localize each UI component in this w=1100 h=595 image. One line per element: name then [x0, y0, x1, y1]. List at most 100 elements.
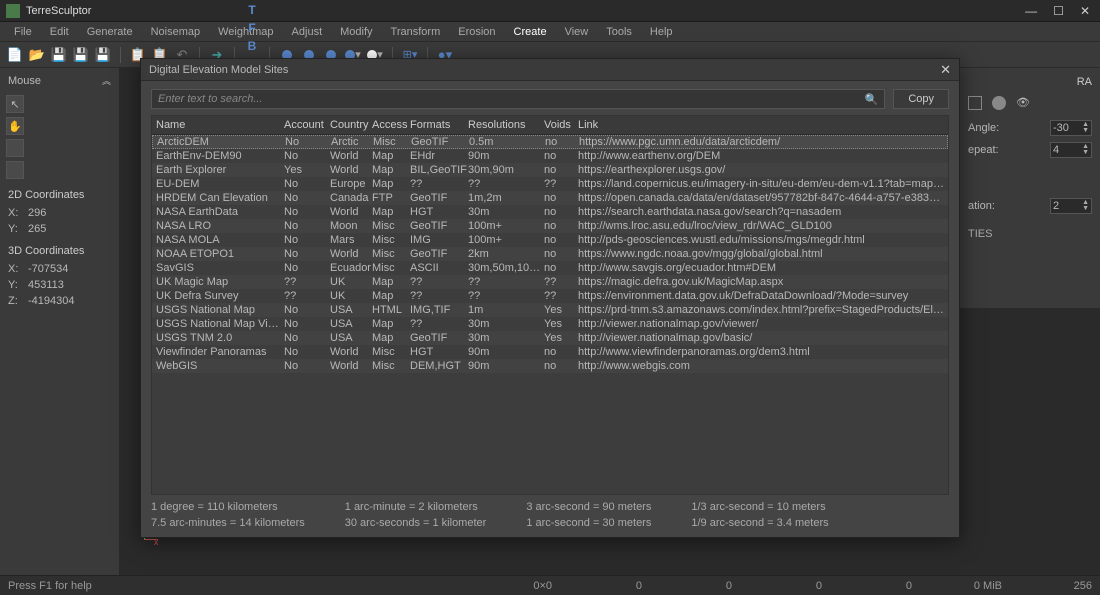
table-cell: https://magic.defra.gov.uk/MagicMap.aspx	[578, 276, 944, 288]
tool-3[interactable]	[6, 139, 24, 157]
table-cell: No	[284, 346, 330, 358]
close-button[interactable]: ✕	[1076, 4, 1094, 18]
repeat-spinner[interactable]: 4▲▼	[1050, 142, 1092, 158]
table-row[interactable]: UK Defra Survey??UKMap??????https://envi…	[152, 289, 948, 303]
menu-help[interactable]: Help	[642, 24, 681, 40]
table-cell: No	[284, 192, 330, 204]
table-cell: Map	[372, 164, 410, 176]
coord3d-y-label: Y:	[8, 279, 22, 291]
table-row[interactable]: USGS National MapNoUSAHTMLIMG,TIF1mYesht…	[152, 303, 948, 317]
angle-spinner[interactable]: -30▲▼	[1050, 120, 1092, 136]
column-header-resolutions[interactable]: Resolutions	[468, 119, 544, 131]
table-cell: USGS National Map	[156, 304, 284, 316]
search-box[interactable]: 🔍	[151, 89, 885, 109]
table-cell: https://environment.data.gov.uk/DefraDat…	[578, 290, 944, 302]
status-help-text: Press F1 for help	[8, 580, 462, 592]
table-row[interactable]: NOAA ETOPO1NoWorldMiscGeoTIF2kmnohttps:/…	[152, 247, 948, 261]
status-item: 256	[1002, 580, 1092, 592]
tool-4[interactable]	[6, 161, 24, 179]
pan-tool[interactable]: ✋	[6, 117, 24, 135]
menu-create[interactable]: Create	[506, 24, 555, 40]
menu-tools[interactable]: Tools	[598, 24, 640, 40]
table-cell: no	[544, 206, 578, 218]
view-t-button[interactable]: T	[243, 1, 261, 19]
table-cell: No	[285, 136, 331, 148]
column-header-name[interactable]: Name	[156, 119, 284, 131]
table-row[interactable]: Earth ExplorerYesWorldMapBIL,GeoTIF30m,9…	[152, 163, 948, 177]
save-icon[interactable]: 💾	[50, 46, 68, 64]
open-icon[interactable]: 📂	[28, 46, 46, 64]
table-cell: No	[284, 234, 330, 246]
mouse-panel-header[interactable]: Mouse ︽	[2, 70, 117, 91]
column-header-country[interactable]: Country	[330, 119, 372, 131]
shaded-icon[interactable]	[992, 96, 1006, 110]
view-f-button[interactable]: F	[243, 19, 261, 37]
menu-edit[interactable]: Edit	[42, 24, 77, 40]
titlebar: TerreSculptor — ☐ ✕	[0, 0, 1100, 22]
menu-transform[interactable]: Transform	[383, 24, 449, 40]
table-cell: ASCII	[410, 262, 468, 274]
dialog-close-button[interactable]: ✕	[940, 62, 951, 78]
coord2d-title: 2D Coordinates	[8, 189, 111, 201]
table-cell: http://www.earthenv.org/DEM	[578, 150, 944, 162]
column-header-voids[interactable]: Voids	[544, 119, 578, 131]
copy-button[interactable]: Copy	[893, 89, 949, 109]
dem-sites-dialog: Digital Elevation Model Sites ✕ 🔍 Copy N…	[140, 58, 960, 538]
eye-icon[interactable]: 👁	[1016, 96, 1030, 110]
mouse-panel-title: Mouse	[8, 75, 41, 87]
left-panel: Mouse ︽ ↖ ✋ 2D Coordinates X:296 Y:265 3…	[0, 68, 120, 575]
table-cell: GeoTIF	[410, 220, 468, 232]
table-row[interactable]: EU-DEMNoEuropeMap??????https://land.cope…	[152, 177, 948, 191]
column-header-formats[interactable]: Formats	[410, 119, 468, 131]
table-cell: No	[284, 150, 330, 162]
table-row[interactable]: NASA MOLANoMarsMiscIMG100m+nohttp://pds-…	[152, 233, 948, 247]
table-row[interactable]: USGS National Map ViewerNoUSAMap??30mYes…	[152, 317, 948, 331]
table-cell: ??	[468, 276, 544, 288]
pointer-tool[interactable]: ↖	[6, 95, 24, 113]
table-cell: USGS TNM 2.0	[156, 332, 284, 344]
wireframe-icon[interactable]	[968, 96, 982, 110]
saveall-icon[interactable]: 💾	[94, 46, 112, 64]
table-row[interactable]: ArcticDEMNoArcticMiscGeoTIF0.5mnohttps:/…	[152, 135, 948, 149]
minimize-button[interactable]: —	[1021, 4, 1041, 18]
table-row[interactable]: SavGISNoEcuadorMiscASCII30m,50m,100mnoht…	[152, 261, 948, 275]
menu-erosion[interactable]: Erosion	[450, 24, 503, 40]
column-header-account[interactable]: Account	[284, 119, 330, 131]
menu-modify[interactable]: Modify	[332, 24, 380, 40]
table-row[interactable]: HRDEM Can ElevationNoCanadaFTPGeoTIF1m,2…	[152, 191, 948, 205]
table-cell: HRDEM Can Elevation	[156, 192, 284, 204]
menu-generate[interactable]: Generate	[79, 24, 141, 40]
table-cell: Misc	[372, 220, 410, 232]
table-cell: Map	[372, 332, 410, 344]
view-b-button[interactable]: B	[243, 37, 261, 55]
table-row[interactable]: EarthEnv-DEM90NoWorldMapEHdr90mnohttp://…	[152, 149, 948, 163]
table-cell: No	[284, 304, 330, 316]
export-icon[interactable]: 💾	[72, 46, 90, 64]
menu-adjust[interactable]: Adjust	[284, 24, 331, 40]
menu-file[interactable]: File	[6, 24, 40, 40]
search-input[interactable]	[158, 93, 865, 105]
coord2d-y-label: Y:	[8, 223, 22, 235]
table-row[interactable]: NASA EarthDataNoWorldMapHGT30mnohttps://…	[152, 205, 948, 219]
table-row[interactable]: WebGISNoWorldMiscDEM,HGT90mnohttp://www.…	[152, 359, 948, 373]
table-row[interactable]: UK Magic Map??UKMap??????https://magic.d…	[152, 275, 948, 289]
legend-item: 3 arc-second = 90 meters	[526, 501, 651, 513]
table-row[interactable]: Viewfinder PanoramasNoWorldMiscHGT90mnoh…	[152, 345, 948, 359]
table-cell: WebGIS	[156, 360, 284, 372]
table-row[interactable]: NASA LRONoMoonMiscGeoTIF100m+nohttp://wm…	[152, 219, 948, 233]
table-cell: Europe	[330, 178, 372, 190]
maximize-button[interactable]: ☐	[1049, 4, 1068, 18]
table-cell: Map	[372, 206, 410, 218]
new-icon[interactable]: 📄	[6, 46, 24, 64]
column-header-link[interactable]: Link	[578, 119, 944, 131]
ation-spinner[interactable]: 2▲▼	[1050, 198, 1092, 214]
table-row[interactable]: USGS TNM 2.0NoUSAMapGeoTIF30mYeshttp://v…	[152, 331, 948, 345]
column-header-access[interactable]: Access	[372, 119, 410, 131]
table-cell: EHdr	[410, 150, 468, 162]
menu-view[interactable]: View	[557, 24, 597, 40]
menu-noisemap[interactable]: Noisemap	[143, 24, 209, 40]
table-cell: ??	[410, 290, 468, 302]
status-item: 0	[552, 580, 642, 592]
table-cell: USA	[330, 332, 372, 344]
table-cell: ??	[284, 276, 330, 288]
